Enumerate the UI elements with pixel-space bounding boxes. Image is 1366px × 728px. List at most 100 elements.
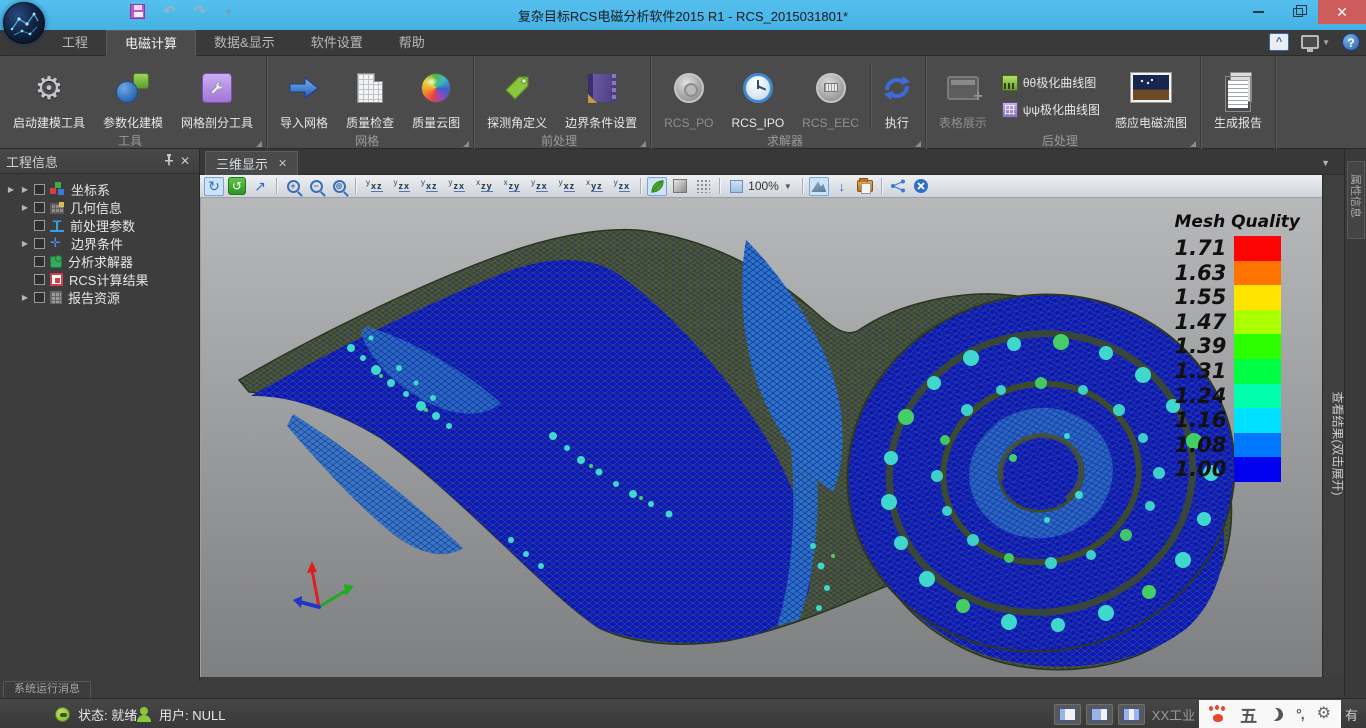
theta-polarization-curve-button[interactable]: θθ极化曲线图 <box>996 72 1106 93</box>
help-icon[interactable]: ? <box>1342 33 1360 51</box>
app-logo-icon[interactable] <box>3 2 45 44</box>
view-axis-button[interactable]: yxz <box>362 177 387 196</box>
chevron-right-icon[interactable]: ▶ <box>4 185 18 194</box>
share-icon[interactable] <box>888 177 908 196</box>
launch-modeling-tool-button[interactable]: ⚙ 启动建模工具 <box>4 58 94 134</box>
view-axis-button[interactable]: xzy <box>500 177 525 196</box>
checkbox[interactable] <box>34 184 45 195</box>
quality-cloud-map-button[interactable]: 质量云图 <box>403 58 469 134</box>
shaded-mode-leaf-icon[interactable] <box>647 177 667 196</box>
tab-close-icon[interactable]: ✕ <box>278 157 287 170</box>
checkbox[interactable] <box>34 256 45 267</box>
flat-mode-icon[interactable] <box>670 177 690 196</box>
import-mesh-button[interactable]: 导入网格 <box>271 58 337 134</box>
chevron-right-icon[interactable]: ▶ <box>18 185 32 194</box>
ribbon-collapse-icon[interactable]: ^ <box>1269 33 1289 51</box>
view-axis-button[interactable]: yzx <box>527 177 552 196</box>
tab-3d-display[interactable]: 三维显示 ✕ <box>205 151 298 175</box>
purple-book-icon <box>588 74 614 102</box>
mesh-partition-tool-button[interactable]: 网格剖分工具 <box>172 58 262 134</box>
view-axis-button[interactable]: yxz <box>417 177 442 196</box>
results-side-strip[interactable]: 查看结果(双击展开) <box>1322 175 1344 677</box>
tab-data-display[interactable]: 数据&显示 <box>196 30 293 56</box>
rcs-ipo-button[interactable]: RCS_IPO <box>722 58 793 134</box>
chevron-right-icon[interactable]: ▶ <box>18 203 32 212</box>
properties-tab[interactable]: 属性信息 <box>1347 161 1365 239</box>
perspective-mode-icon[interactable] <box>809 177 829 196</box>
rcs-po-button[interactable]: RCS_PO <box>655 58 722 134</box>
group-launcher-icon[interactable] <box>256 141 262 147</box>
group-launcher-icon[interactable] <box>915 141 921 147</box>
tree-item-preprocess-params[interactable]: T 前处理参数 <box>0 216 199 234</box>
menu-tabs: 工程 电磁计算 数据&显示 软件设置 帮助 <box>44 30 443 56</box>
tab-em-computation[interactable]: 电磁计算 <box>106 30 196 56</box>
checkbox[interactable] <box>34 274 45 285</box>
close-button[interactable]: ✕ <box>1318 0 1366 24</box>
ime-punctuation-icon[interactable]: °, <box>1296 706 1304 722</box>
minimize-button[interactable] <box>1238 0 1278 24</box>
table-display-button[interactable]: 表格展示 <box>930 58 996 134</box>
layout-left-panel-button[interactable] <box>1054 704 1081 725</box>
generate-report-button[interactable]: 生成报告 <box>1205 58 1271 134</box>
tab-list-dropdown-icon[interactable]: ▼ <box>1321 158 1330 168</box>
tab-software-settings[interactable]: 软件设置 <box>293 30 381 56</box>
tab-project[interactable]: 工程 <box>44 30 106 56</box>
checkbox[interactable] <box>34 202 45 213</box>
layout-right-panel-button[interactable] <box>1118 704 1145 725</box>
window-title: 复杂目标RCS电磁分析软件2015 R1 - RCS_2015031801* <box>0 6 1366 25</box>
rotate-icon[interactable]: ↻ <box>204 177 224 196</box>
zoom-in-icon[interactable]: + <box>283 177 303 196</box>
quality-check-button[interactable]: 质量检查 <box>337 58 403 134</box>
tree-item-rcs-results[interactable]: RCS计算结果 <box>0 270 199 288</box>
tree-item-boundary-conditions[interactable]: ▶ ✛ 边界条件 <box>0 234 199 252</box>
view-axis-button[interactable]: xzy <box>472 177 497 196</box>
panel-close-icon[interactable]: ✕ <box>177 154 193 168</box>
system-messages-tab[interactable]: 系统运行消息 <box>3 681 91 698</box>
tab-help[interactable]: 帮助 <box>381 30 443 56</box>
layout-split-panel-button[interactable] <box>1086 704 1113 725</box>
export-folder-icon[interactable] <box>855 177 875 196</box>
view-axis-button[interactable]: yzx <box>390 177 415 196</box>
group-launcher-icon[interactable] <box>463 141 469 147</box>
boundary-condition-settings-button[interactable]: 边界条件设置 <box>556 58 646 134</box>
restore-button[interactable] <box>1278 0 1318 24</box>
refresh-view-icon[interactable]: ↺ <box>227 177 247 196</box>
chevron-right-icon[interactable]: ▶ <box>18 239 32 248</box>
tree-item-coordinate-system[interactable]: ▶ ▶ 坐标系 <box>0 180 199 198</box>
ime-mode-label[interactable]: 五 <box>1240 702 1257 727</box>
pin-icon[interactable] <box>161 154 177 169</box>
ime-settings-gear-icon[interactable]: ⚙ <box>1317 706 1331 722</box>
chevron-right-icon[interactable]: ▶ <box>18 293 32 302</box>
viewport-3d[interactable]: Mesh Quality 1.711.63 1.551.47 1.391.31 … <box>200 198 1322 677</box>
view-axis-button[interactable]: yxz <box>555 177 580 196</box>
tree-item-report-resources[interactable]: ▶ 报告资源 <box>0 288 199 306</box>
tree-item-analysis-solver[interactable]: 分析求解器 <box>0 252 199 270</box>
checkbox[interactable] <box>34 220 45 231</box>
checkbox[interactable] <box>34 238 45 249</box>
zoom-level-control[interactable]: 100% ▼ <box>726 177 796 196</box>
rcs-eec-button[interactable]: RCS_EEC <box>793 58 868 134</box>
ime-moon-icon[interactable] <box>1268 706 1285 723</box>
clear-view-icon[interactable] <box>911 177 931 196</box>
parametric-modeling-button[interactable]: 参数化建模 <box>94 58 172 134</box>
ime-paw-icon[interactable] <box>1209 706 1227 722</box>
pan-icon[interactable]: ↗ <box>250 177 270 196</box>
induced-current-map-button[interactable]: 感应电磁流图 <box>1106 58 1196 134</box>
psi-polarization-curve-button[interactable]: ψψ极化曲线图 <box>996 99 1106 120</box>
probe-angle-define-button[interactable]: 探测角定义 <box>478 58 556 134</box>
group-launcher-icon[interactable] <box>640 141 646 147</box>
group-launcher-icon[interactable] <box>1190 141 1196 147</box>
down-arrow-icon[interactable]: ↓ <box>832 177 852 196</box>
view-axis-button[interactable]: yzx <box>610 177 635 196</box>
execute-button[interactable]: 执行 <box>873 58 921 134</box>
checkbox[interactable] <box>34 292 45 303</box>
zoom-dropdown-icon[interactable]: ▼ <box>784 182 792 191</box>
points-mode-icon[interactable] <box>693 177 713 196</box>
tree-item-geometry-info[interactable]: ▶ 几何信息 <box>0 198 199 216</box>
display-style-icon[interactable] <box>1301 35 1319 49</box>
display-style-dropdown-icon[interactable]: ▼ <box>1322 38 1330 47</box>
view-axis-button[interactable]: xyz <box>582 177 607 196</box>
view-axis-button[interactable]: yzx <box>445 177 470 196</box>
zoom-out-icon[interactable]: − <box>306 177 326 196</box>
zoom-fit-icon[interactable]: ⊕ <box>329 177 349 196</box>
